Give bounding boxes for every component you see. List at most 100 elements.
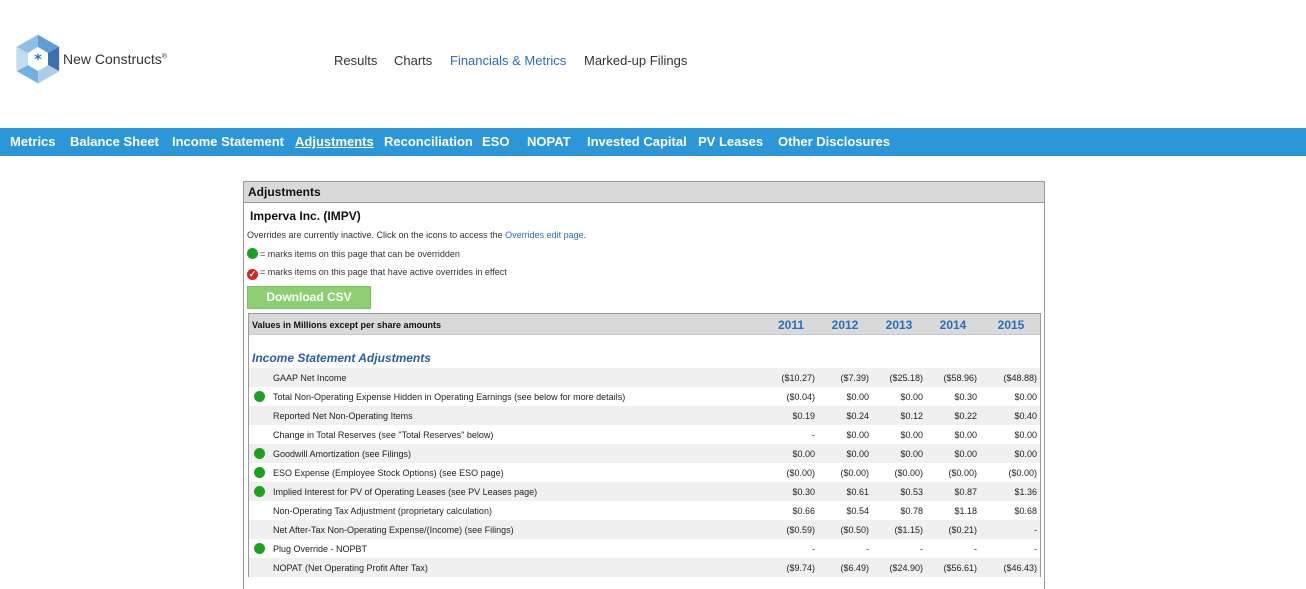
subnav-eso[interactable]: ESO xyxy=(482,134,509,149)
cell-value: $0.00 xyxy=(846,392,869,402)
cell-value: $0.53 xyxy=(900,487,923,497)
cell-value: $0.24 xyxy=(846,411,869,421)
row-label: GAAP Net Income xyxy=(273,373,347,383)
cell-value: ($56.61) xyxy=(943,563,977,573)
row-label: Non-Operating Tax Adjustment (proprietar… xyxy=(273,506,492,516)
cell-value: ($46.43) xyxy=(1003,563,1037,573)
table-row: Change in Total Reserves (see "Total Res… xyxy=(249,425,1040,444)
table-row: Implied Interest for PV of Operating Lea… xyxy=(249,482,1040,501)
table-row: Plug Override - NOPBT - - - - - xyxy=(249,539,1040,558)
cell-value: ($10.27) xyxy=(781,373,815,383)
cell-value: ($6.49) xyxy=(840,563,869,573)
cell-value: $0.78 xyxy=(900,506,923,516)
cell-value: ($25.18) xyxy=(889,373,923,383)
row-label: ESO Expense (Employee Stock Options) (se… xyxy=(273,468,504,478)
topnav-marked-up-filings[interactable]: Marked-up Filings xyxy=(584,53,687,68)
cell-value: ($7.39) xyxy=(840,373,869,383)
cell-value: ($0.00) xyxy=(840,468,869,478)
sub-nav-bar: Metrics Balance Sheet Income Statement A… xyxy=(0,128,1306,156)
cell-value: $0.00 xyxy=(846,430,869,440)
table-row: GAAP Net Income ($10.27) ($7.39) ($25.18) ($… xyxy=(249,368,1040,387)
override-dot-icon[interactable] xyxy=(254,486,265,497)
cell-value: $0.61 xyxy=(846,487,869,497)
cell-value: ($48.88) xyxy=(1003,373,1037,383)
subnav-income-statement[interactable]: Income Statement xyxy=(172,134,284,149)
panel-title: Adjustments xyxy=(244,182,1044,203)
cell-value: - xyxy=(1034,544,1037,554)
year-header[interactable]: 2015 xyxy=(984,318,1038,332)
cell-value: $0.19 xyxy=(792,411,815,421)
cell-value: $0.54 xyxy=(846,506,869,516)
row-label: Change in Total Reserves (see "Total Res… xyxy=(273,430,494,440)
subnav-invested-capital[interactable]: Invested Capital xyxy=(587,134,687,149)
cell-value: ($0.04) xyxy=(786,392,815,402)
table-row: Total Non-Operating Expense Hidden in Op… xyxy=(249,387,1040,406)
year-header[interactable]: 2012 xyxy=(818,318,872,332)
year-header[interactable]: 2013 xyxy=(872,318,926,332)
subnav-other-disclosures[interactable]: Other Disclosures xyxy=(778,134,890,149)
override-dot-icon[interactable] xyxy=(254,543,265,554)
units-label: Values in Millions except per share amou… xyxy=(252,320,442,330)
cell-value: $0.68 xyxy=(1014,506,1037,516)
year-header[interactable]: 2011 xyxy=(764,318,818,332)
cell-value: - xyxy=(866,544,869,554)
topnav-financials-metrics[interactable]: Financials & Metrics xyxy=(450,53,566,68)
table-row: Goodwill Amortization (see Filings) $0.00… xyxy=(249,444,1040,463)
company-name: Imperva Inc. (IMPV) xyxy=(250,209,361,223)
cell-value: ($0.59) xyxy=(786,525,815,535)
override-dot-icon[interactable] xyxy=(254,467,265,478)
row-label: Reported Net Non-Operating Items xyxy=(273,411,413,421)
cell-value: ($0.50) xyxy=(840,525,869,535)
cell-value: $1.36 xyxy=(1014,487,1037,497)
subnav-nopat[interactable]: NOPAT xyxy=(527,134,571,149)
cell-value: $0.30 xyxy=(954,392,977,402)
table-row: ESO Expense (Employee Stock Options) (se… xyxy=(249,463,1040,482)
cell-value: - xyxy=(974,544,977,554)
table-row: Reported Net Non-Operating Items $0.19 $0.… xyxy=(249,406,1040,425)
cell-value: $0.22 xyxy=(954,411,977,421)
override-dot-icon[interactable] xyxy=(254,391,265,402)
cell-value: $1.18 xyxy=(954,506,977,516)
cell-value: $0.00 xyxy=(900,392,923,402)
cell-value: - xyxy=(1034,525,1037,535)
cell-value: - xyxy=(812,430,815,440)
subnav-metrics[interactable]: Metrics xyxy=(10,134,56,149)
cell-value: ($0.00) xyxy=(948,468,977,478)
cell-value: $0.66 xyxy=(792,506,815,516)
cell-value: $0.00 xyxy=(900,430,923,440)
overrides-edit-link[interactable]: Overrides edit page xyxy=(505,230,584,240)
subnav-reconciliation[interactable]: Reconciliation xyxy=(384,134,473,149)
table-header: Values in Millions except per share amou… xyxy=(249,314,1040,335)
download-csv-button[interactable]: Download CSV xyxy=(247,286,371,309)
cell-value: $0.00 xyxy=(900,449,923,459)
cell-value: $0.00 xyxy=(1014,430,1037,440)
cell-value: $0.30 xyxy=(792,487,815,497)
legend-overridable: = marks items on this page that can be o… xyxy=(247,248,460,259)
cell-value: ($9.74) xyxy=(786,563,815,573)
topnav-results[interactable]: Results xyxy=(334,53,377,68)
cell-value: $0.12 xyxy=(900,411,923,421)
year-header[interactable]: 2014 xyxy=(926,318,980,332)
table-row: Net After-Tax Non-Operating Expense/(Inc… xyxy=(249,520,1040,539)
cell-value: $0.40 xyxy=(1014,411,1037,421)
legend-active-override: ✓ = marks items on this page that have ac… xyxy=(247,267,507,280)
cell-value: $0.87 xyxy=(954,487,977,497)
subnav-adjustments[interactable]: Adjustments xyxy=(295,134,374,149)
row-label: NOPAT (Net Operating Profit After Tax) xyxy=(273,563,428,573)
brand-name[interactable]: New Constructs® xyxy=(63,51,167,67)
cell-value: - xyxy=(812,544,815,554)
adjustments-panel: Adjustments Imperva Inc. (IMPV) Override… xyxy=(243,181,1045,589)
table-body: GAAP Net Income ($10.27) ($7.39) ($25.18) ($… xyxy=(249,368,1040,577)
cell-value: ($0.21) xyxy=(948,525,977,535)
cell-value: ($0.00) xyxy=(786,468,815,478)
row-label: Plug Override - NOPBT xyxy=(273,544,368,554)
subnav-pv-leases[interactable]: PV Leases xyxy=(698,134,763,149)
override-dot-icon[interactable] xyxy=(254,448,265,459)
cell-value: ($0.00) xyxy=(894,468,923,478)
cell-value: ($24.90) xyxy=(889,563,923,573)
topnav-charts[interactable]: Charts xyxy=(394,53,432,68)
cell-value: $0.00 xyxy=(954,449,977,459)
new-constructs-logo[interactable]: * xyxy=(14,33,62,85)
subnav-balance-sheet[interactable]: Balance Sheet xyxy=(70,134,159,149)
table-row: NOPAT (Net Operating Profit After Tax) ($… xyxy=(249,558,1040,577)
